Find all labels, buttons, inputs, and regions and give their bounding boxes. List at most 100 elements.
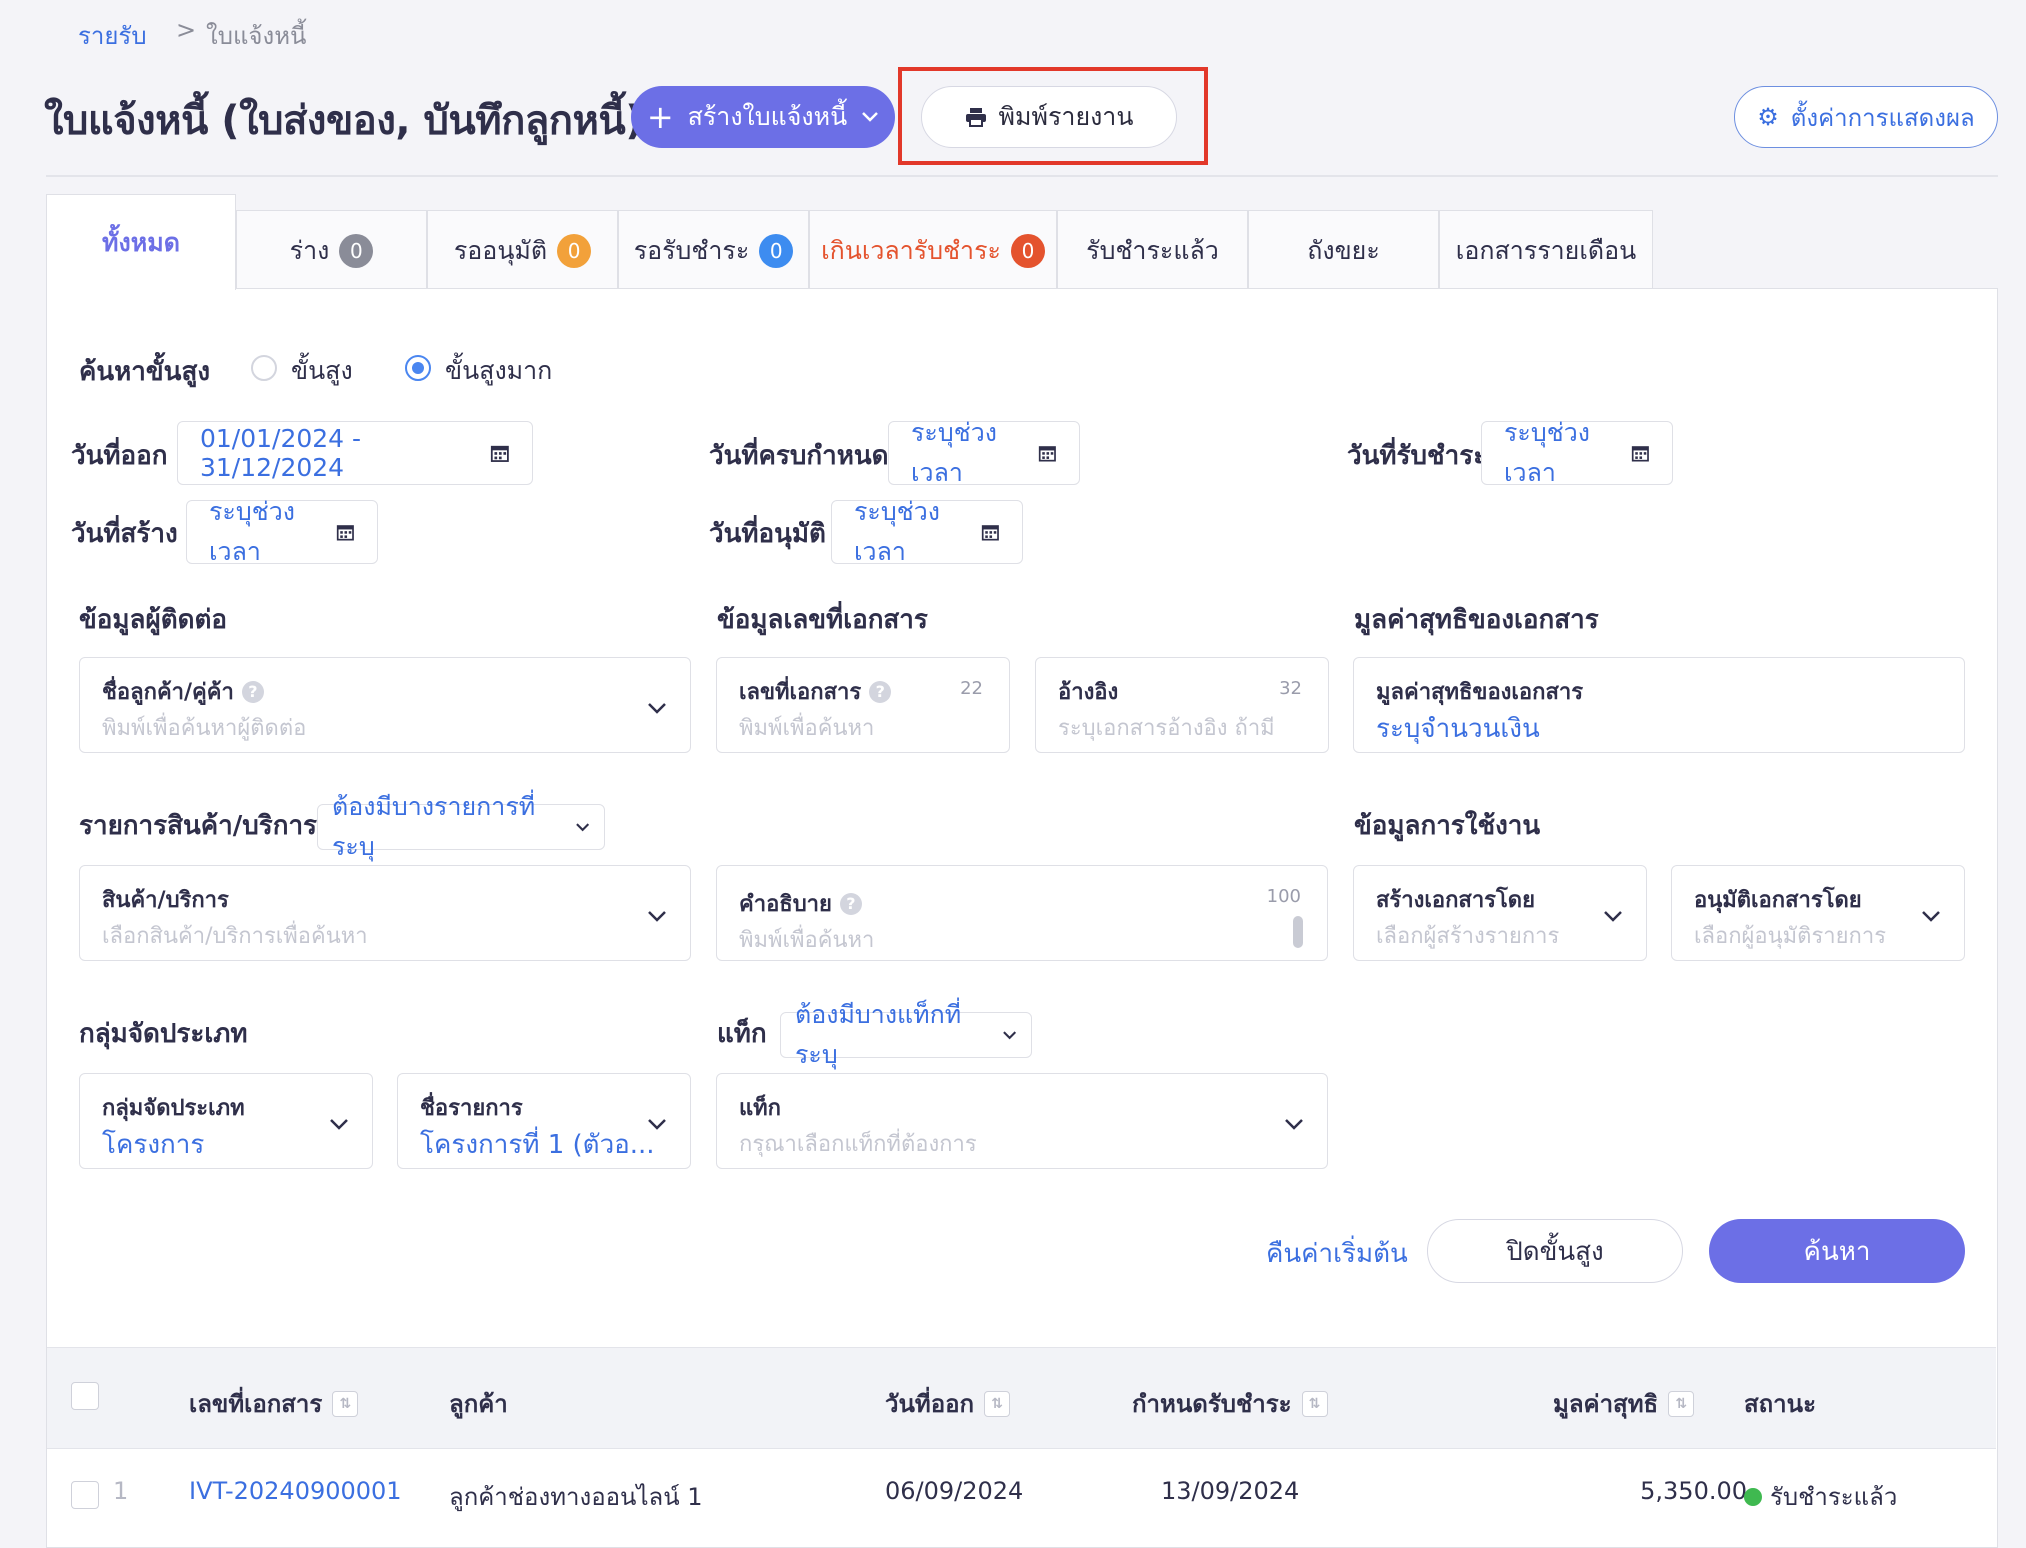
product-match-dropdown[interactable]: ต้องมีบางรายการที่ระบุ [317, 792, 605, 861]
count-badge: 0 [339, 233, 374, 268]
radio-very-advanced[interactable] [405, 355, 431, 381]
col-issue-date-label: วันที่ออก [885, 1390, 975, 1418]
tab-label: ร่าง [289, 235, 330, 265]
docnum-input[interactable]: เลขที่เอกสาร? 22 พิมพ์เพื่อค้นหา [716, 657, 1010, 753]
reference-input[interactable]: อ้างอิง 32 ระบุเอกสารอ้างอิง ถ้ามี [1035, 657, 1329, 753]
chevron-down-icon [1285, 1119, 1303, 1130]
approved-date-value: ระบุช่วงเวลา [854, 497, 940, 566]
create-invoice-label: สร้างใบแจ้งหนี้ [687, 102, 848, 131]
help-icon[interactable]: ? [241, 680, 264, 703]
tab-all[interactable]: ทั้งหมด [46, 194, 236, 290]
group-field-title: กลุ่มจัดประเภท [102, 1096, 245, 1121]
net-field-title: มูลค่าสุทธิของเอกสาร [1376, 680, 1584, 705]
chevron-down-icon [648, 703, 666, 714]
issue-date-value: 01/01/2024 - 31/12/2024 [200, 424, 362, 482]
tag-select[interactable]: แท็ก กรุณาเลือกแท็กที่ต้องการ [716, 1073, 1328, 1169]
table-header: เลขที่เอกสาร ⇅ ลูกค้า วันที่ออก ⇅ กำหนดรับ… [47, 1347, 1996, 1449]
col-status-label: สถานะ [1744, 1390, 1816, 1418]
approved-date-picker[interactable]: ระบุช่วงเวลา [831, 497, 1023, 566]
docnum-placeholder: พิมพ์เพื่อค้นหา [739, 716, 875, 741]
calendar-icon [1039, 446, 1057, 462]
tab-awaiting-payment[interactable]: รอรับชำระ 0 [618, 210, 809, 290]
creator-field-title: สร้างเอกสารโดย [1376, 888, 1535, 913]
tag-field-title: แท็ก [739, 1096, 782, 1121]
tab-label: ถังขยะ [1307, 235, 1380, 265]
search-button[interactable]: ค้นหา [1709, 1219, 1965, 1283]
row-net: 5,350.00 [1640, 1477, 1747, 1505]
tab-label: เอกสารรายเดือน [1455, 235, 1637, 265]
product-field-title: สินค้า/บริการ [102, 888, 229, 913]
tab-overdue[interactable]: เกินเวลารับชำระ 0 [809, 210, 1057, 290]
radio-very-advanced-label: ขั้นสูงมาก [445, 356, 553, 385]
resize-handle[interactable] [1293, 916, 1303, 948]
group-section-title: กลุ่มจัดประเภท [79, 1019, 248, 1049]
calendar-icon [491, 445, 510, 462]
sort-icon[interactable]: ⇅ [1301, 1390, 1328, 1417]
display-settings-button[interactable]: ⚙ ตั้งค่าการแสดงผล [1734, 86, 1998, 148]
calendar-icon [337, 525, 355, 541]
description-placeholder: พิมพ์เพื่อค้นหา [739, 928, 875, 953]
creator-select[interactable]: สร้างเอกสารโดย เลือกผู้สร้างรายการ [1353, 865, 1647, 961]
breadcrumb-root[interactable]: รายรับ [78, 16, 147, 55]
approver-select[interactable]: อนุมัติเอกสารโดย เลือกผู้อนุมัติรายการ [1671, 865, 1965, 961]
tag-match-dropdown[interactable]: ต้องมีบางแท็กที่ระบุ [780, 1000, 1032, 1069]
sort-icon[interactable]: ⇅ [984, 1390, 1011, 1417]
radio-advanced[interactable] [251, 355, 277, 381]
row-docnum-link[interactable]: IVT-20240900001 [189, 1477, 402, 1505]
item-select[interactable]: ชื่อรายการ โครงการที่ 1 (ตัวอ... [397, 1073, 691, 1169]
col-net[interactable]: มูลค่าสุทธิ ⇅ [1553, 1384, 1695, 1423]
docnum-field-title: เลขที่เอกสาร [739, 680, 862, 705]
created-date-picker[interactable]: ระบุช่วงเวลา [186, 497, 378, 566]
col-due-date[interactable]: กำหนดรับชำระ ⇅ [1132, 1384, 1328, 1423]
item-field-value: โครงการที่ 1 (ตัวอ... [420, 1130, 655, 1160]
display-settings-label: ตั้งค่าการแสดงผล [1790, 103, 1975, 132]
create-invoice-button[interactable]: + สร้างใบแจ้งหนี้ [631, 86, 895, 148]
usage-section-title: ข้อมูลการใช้งาน [1354, 811, 1541, 841]
contact-field-placeholder: พิมพ์เพื่อค้นหาผู้ติดต่อ [102, 716, 307, 741]
row-checkbox[interactable] [71, 1481, 99, 1509]
issue-date-picker[interactable]: 01/01/2024 - 31/12/2024 [177, 421, 533, 485]
sort-icon[interactable]: ⇅ [1668, 1390, 1695, 1417]
count-badge: 0 [1010, 233, 1045, 268]
contact-select[interactable]: ชื่อลูกค้า/คู่ค้า? พิมพ์เพื่อค้นหาผู้ติด… [79, 657, 691, 753]
header-divider [46, 175, 1998, 177]
net-amount-input[interactable]: มูลค่าสุทธิของเอกสาร ระบุจำนวนเงิน [1353, 657, 1965, 753]
col-due-date-label: กำหนดรับชำระ [1132, 1390, 1292, 1418]
help-icon[interactable]: ? [839, 892, 862, 915]
print-report-button[interactable]: พิมพ์รายงาน [921, 86, 1177, 148]
description-textarea[interactable]: คำอธิบาย? 100 พิมพ์เพื่อค้นหา [716, 865, 1328, 961]
chevron-down-icon [648, 911, 666, 922]
product-section-title: รายการสินค้า/บริการ [79, 811, 318, 841]
reset-defaults-link[interactable]: คืนค่าเริ่มต้น [1266, 1233, 1408, 1274]
calendar-icon [982, 525, 1000, 541]
sort-icon[interactable]: ⇅ [332, 1390, 359, 1417]
contact-field-title: ชื่อลูกค้า/คู่ค้า [102, 680, 234, 705]
tab-label: รออนุมัติ [453, 235, 548, 265]
help-icon[interactable]: ? [869, 680, 892, 703]
chevron-down-icon [648, 1119, 666, 1130]
tab-paid[interactable]: รับชำระแล้ว [1057, 210, 1248, 290]
tab-label: รับชำระแล้ว [1086, 235, 1219, 265]
tab-label: รอรับชำระ [633, 235, 750, 265]
close-advanced-button[interactable]: ปิดขั้นสูง [1427, 1219, 1683, 1283]
col-customer-label: ลูกค้า [449, 1390, 508, 1418]
due-date-picker[interactable]: ระบุช่วงเวลา [888, 418, 1080, 487]
tab-awaiting-approval[interactable]: รออนุมัติ 0 [427, 210, 618, 290]
tab-draft[interactable]: ร่าง 0 [236, 210, 427, 290]
group-field-value: โครงการ [102, 1130, 205, 1160]
col-docnum-label: เลขที่เอกสาร [189, 1390, 323, 1418]
due-date-label: วันที่ครบกำหนด [709, 441, 889, 471]
reference-placeholder: ระบุเอกสารอ้างอิง ถ้ามี [1058, 716, 1275, 741]
plus-icon: + [646, 98, 674, 136]
select-all-checkbox[interactable] [71, 1382, 99, 1410]
paid-date-picker[interactable]: ระบุช่วงเวลา [1481, 418, 1673, 487]
docnum-char-limit: 22 [960, 678, 983, 699]
col-issue-date[interactable]: วันที่ออก ⇅ [885, 1384, 1011, 1423]
product-select[interactable]: สินค้า/บริการ เลือกสินค้า/บริการเพื่อค้น… [79, 865, 691, 961]
count-badge: 0 [759, 233, 794, 268]
tab-monthly-documents[interactable]: เอกสารรายเดือน [1439, 210, 1653, 290]
group-select[interactable]: กลุ่มจัดประเภท โครงการ [79, 1073, 373, 1169]
tab-trash[interactable]: ถังขยะ [1248, 210, 1439, 290]
col-docnum[interactable]: เลขที่เอกสาร ⇅ [189, 1384, 359, 1423]
row-customer: ลูกค้าช่องทางออนไลน์ 1 [449, 1483, 703, 1511]
